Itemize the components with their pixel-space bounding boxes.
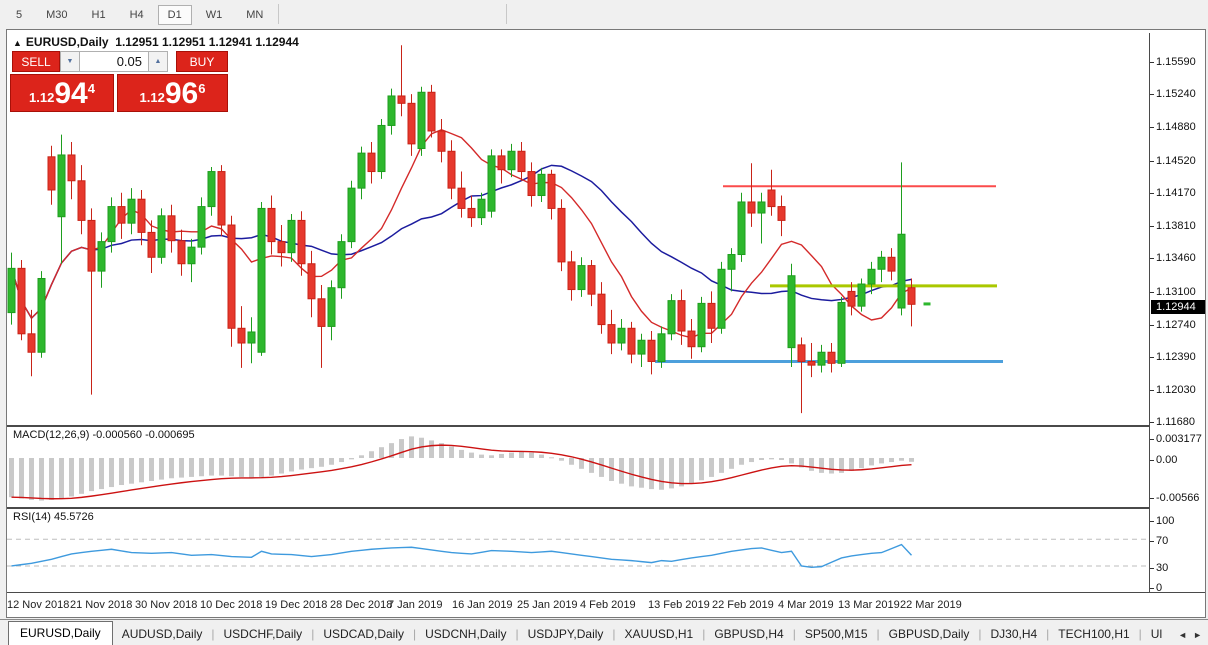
rsi-indicator-label: RSI(14) 45.5726 (13, 511, 94, 523)
chevron-down-icon: ▼ (67, 58, 74, 65)
price-axis-label: 1.12390 (1156, 351, 1196, 363)
price-axis-label: 1.13810 (1156, 220, 1196, 232)
price-axis-label: 1.14170 (1156, 187, 1196, 199)
price-axis: 1.15590 1.15240 1.14880 1.14520 1.14170 1.138… (1149, 33, 1205, 592)
timeframe-toolbar: 5M30H1H4D1W1MN (0, 0, 1208, 29)
buy-price-pip: 6 (198, 81, 205, 96)
toolbar-separator (506, 4, 507, 24)
timeframe-button-mn[interactable]: MN (236, 5, 273, 25)
buy-price-prefix: 1.12 (140, 90, 165, 105)
price-axis-label: 1.14880 (1156, 121, 1196, 133)
macd-indicator-label: MACD(12,26,9) -0.000560 -0.000695 (13, 429, 195, 441)
timeframe-button-m30[interactable]: M30 (36, 5, 77, 25)
rsi-axis-label: 70 (1156, 535, 1168, 547)
time-axis-label: 21 Nov 2018 (70, 599, 132, 611)
tab-scroll-arrows: ◄► (1175, 630, 1205, 640)
sell-price-pip: 4 (88, 81, 95, 96)
rsi-axis-label: 30 (1156, 562, 1168, 574)
scroll-left-icon[interactable]: ◄ (1175, 630, 1190, 640)
time-axis-label: 13 Mar 2019 (838, 599, 900, 611)
chart-tab-audusd-daily[interactable]: AUDUSD,Daily (113, 623, 212, 645)
sell-price-prefix: 1.12 (29, 90, 54, 105)
chart-ohlc-values: 1.12951 1.12951 1.12941 1.12944 (115, 35, 299, 49)
timeframe-button-d1[interactable]: D1 (158, 5, 192, 25)
rsi-panel-separator (7, 507, 1205, 509)
chart-tab-usdchf-daily[interactable]: USDCHF,Daily (215, 623, 312, 645)
chart-tab-usdcnh-daily[interactable]: USDCNH,Daily (416, 623, 515, 645)
time-axis-label: 25 Jan 2019 (517, 599, 578, 611)
chart-tab-sp500-m15[interactable]: SP500,M15 (796, 623, 877, 645)
time-axis-label: 16 Jan 2019 (452, 599, 513, 611)
sell-price-big: 94 (54, 80, 87, 108)
volume-decrease-button[interactable]: ▼ (60, 51, 80, 72)
chart-tab-gbpusd-daily[interactable]: GBPUSD,Daily (880, 623, 979, 645)
chart-tab-ul[interactable]: Ul (1142, 623, 1171, 645)
sell-price-box[interactable]: 1.12 94 4 (10, 74, 114, 112)
price-axis-label: 1.11680 (1156, 416, 1195, 428)
timeframe-button-w1[interactable]: W1 (196, 5, 233, 25)
price-axis-label: 1.15590 (1156, 56, 1196, 68)
price-axis-label: 1.14520 (1156, 155, 1196, 167)
time-axis-label: 4 Feb 2019 (580, 599, 636, 611)
collapse-arrow-icon[interactable]: ▲ (13, 38, 22, 48)
price-axis-label: 1.13100 (1156, 286, 1196, 298)
current-price-tag: 1.12944 (1151, 300, 1205, 314)
chart-window: ▲ EURUSD,Daily 1.12951 1.12951 1.12941 1.… (6, 29, 1206, 618)
buy-price-box[interactable]: 1.12 96 6 (117, 74, 228, 112)
chart-title: ▲ EURUSD,Daily 1.12951 1.12951 1.12941 1.… (13, 35, 299, 49)
rsi-axis-label: 0 (1156, 582, 1162, 594)
rsi-axis-label: 100 (1156, 515, 1174, 527)
price-axis-label: 1.13460 (1156, 252, 1196, 264)
time-axis-label: 28 Dec 2018 (330, 599, 392, 611)
chart-tab-bar: EURUSD,DailyAUDUSD,Daily|USDCHF,Daily|US… (0, 619, 1208, 645)
macd-axis-label: 0.003177 (1156, 433, 1202, 445)
time-axis-label: 7 Jan 2019 (388, 599, 442, 611)
chevron-up-icon: ▲ (155, 58, 162, 65)
chart-tab-eurusd-daily[interactable]: EURUSD,Daily (8, 621, 113, 645)
price-axis-label: 1.15240 (1156, 88, 1196, 100)
buy-price-big: 96 (165, 80, 198, 108)
volume-increase-button[interactable]: ▲ (148, 51, 168, 72)
macd-panel-separator (7, 425, 1205, 427)
time-axis-label: 30 Nov 2018 (135, 599, 197, 611)
time-axis: 12 Nov 201821 Nov 201830 Nov 201810 Dec … (7, 595, 1147, 615)
trading-terminal-window: 5M30H1H4D1W1MN ▲ EURUSD,Daily 1.12951 1.1… (0, 0, 1208, 645)
time-axis-label: 19 Dec 2018 (265, 599, 327, 611)
macd-axis-label: 0.00 (1156, 454, 1177, 466)
sell-button[interactable]: SELL (12, 51, 60, 72)
chart-tab-usdcad-daily[interactable]: USDCAD,Daily (314, 623, 413, 645)
price-axis-label: 1.12740 (1156, 319, 1196, 331)
timeframe-button-h1[interactable]: H1 (82, 5, 116, 25)
buy-button[interactable]: BUY (176, 51, 228, 72)
chart-tab-gbpusd-h4[interactable]: GBPUSD,H4 (705, 623, 792, 645)
time-axis-label: 22 Feb 2019 (712, 599, 774, 611)
time-axis-separator (7, 592, 1205, 593)
timeframe-button-5[interactable]: 5 (6, 5, 32, 25)
volume-input[interactable]: 0.05 (79, 51, 149, 72)
scroll-right-icon[interactable]: ► (1190, 630, 1205, 640)
timeframe-buttons: 5M30H1H4D1W1MN (4, 5, 275, 25)
time-axis-label: 10 Dec 2018 (200, 599, 262, 611)
toolbar-separator (278, 4, 279, 24)
chart-tab-dj30-h4[interactable]: DJ30,H4 (981, 623, 1046, 645)
chart-tab-usdjpy-daily[interactable]: USDJPY,Daily (519, 623, 613, 645)
macd-axis-label: -0.00566 (1156, 492, 1199, 504)
time-axis-label: 12 Nov 2018 (7, 599, 69, 611)
time-axis-label: 13 Feb 2019 (648, 599, 710, 611)
timeframe-button-h4[interactable]: H4 (120, 5, 154, 25)
time-axis-label: 4 Mar 2019 (778, 599, 834, 611)
chart-symbol-label: EURUSD,Daily (26, 35, 109, 49)
price-axis-label: 1.12030 (1156, 384, 1196, 396)
chart-tab-tech100-h1[interactable]: TECH100,H1 (1049, 623, 1138, 645)
chart-tab-xauusd-h1[interactable]: XAUUSD,H1 (616, 623, 703, 645)
time-axis-label: 22 Mar 2019 (900, 599, 962, 611)
